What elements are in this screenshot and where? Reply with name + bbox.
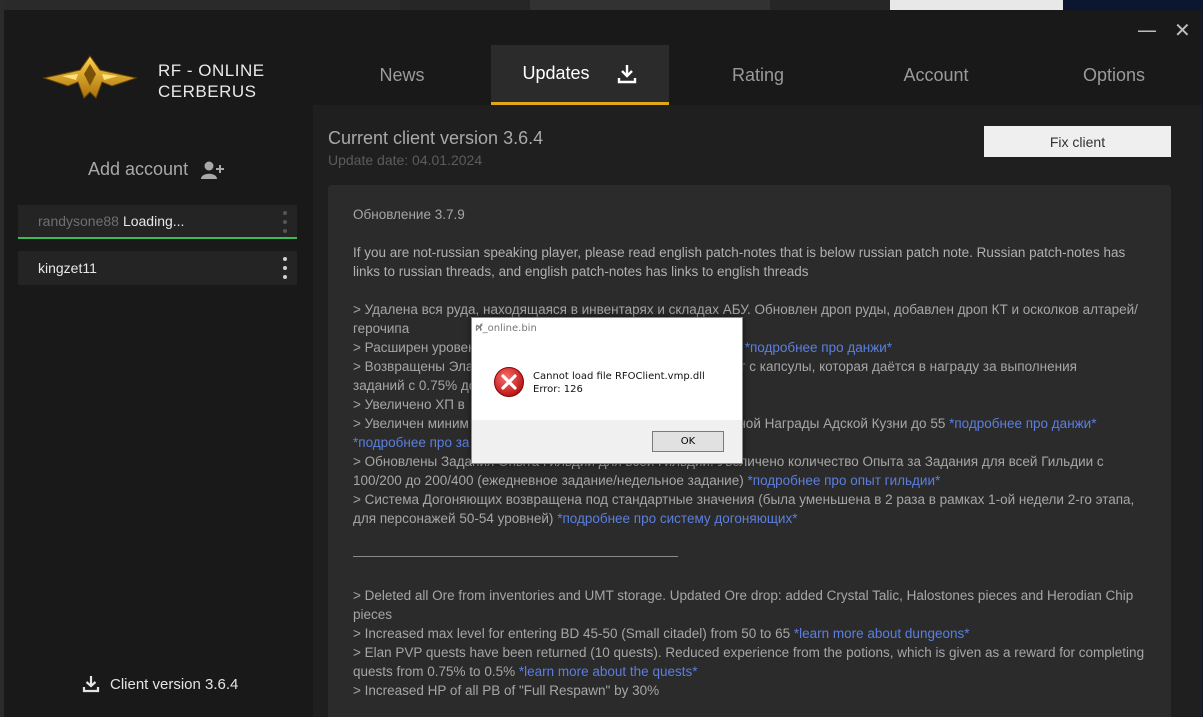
notes-intro: If you are not-russian speaking player, … (353, 245, 1126, 279)
tab-account[interactable]: Account (847, 45, 1025, 105)
notes-link[interactable]: *подробнее про данжи* (745, 340, 892, 355)
account-name: kingzet11 (38, 260, 97, 276)
notes-line: > Increased max level for entering BD 45… (353, 626, 970, 641)
notes-link[interactable]: *подробнее про опыт гильдии* (748, 473, 941, 488)
close-button[interactable]: ✕ (1174, 20, 1191, 40)
notes-link[interactable]: *подробнее про за (353, 435, 469, 450)
patch-notes: Обновление 3.7.9 If you are not-russian … (328, 185, 1171, 717)
download-icon (82, 676, 100, 693)
tab-options[interactable]: Options (1025, 45, 1202, 105)
account-menu-icon[interactable] (283, 211, 287, 233)
dialog-close-icon[interactable]: ✕ (475, 323, 734, 334)
download-icon (617, 64, 636, 83)
notes-line: > Deleted all Ore from inventories and U… (353, 588, 1134, 622)
brand-line2: CERBERUS (158, 82, 257, 101)
dialog-message: Cannot load file RFOClient.vmp.dll Error… (533, 370, 705, 396)
current-version: Current client version 3.6.4 (328, 128, 544, 148)
account-menu-icon[interactable] (283, 257, 287, 279)
update-date: Update date: 04.01.2024 (328, 152, 483, 168)
tab-news[interactable]: News (313, 45, 491, 105)
notes-line: > Elan PVP quests have been returned (10… (353, 645, 1145, 679)
notes-link[interactable]: *learn more about dungeons* (794, 626, 970, 641)
account-item-randysone88[interactable]: randysone88 Loading... (18, 205, 297, 239)
dialog-titlebar: rf_online.bin ✕ (472, 318, 742, 342)
error-icon (494, 367, 524, 397)
account-status: Loading... (122, 213, 185, 229)
notes-link[interactable]: *learn more about the quests* (519, 664, 698, 679)
brand-title: RF - ONLINE CERBERUS (158, 60, 265, 102)
scrollbar[interactable] (1192, 105, 1202, 717)
tab-news-label: News (379, 64, 425, 85)
fix-client-button[interactable]: Fix client (984, 126, 1171, 157)
tab-updates[interactable]: Updates (491, 45, 669, 105)
sidebar: Add account randysone88 Loading... kingz… (4, 105, 313, 717)
tab-rating-label: Rating (731, 64, 785, 85)
client-version: Client version 3.6.4 (82, 675, 238, 693)
account-item-kingzet11[interactable]: kingzet11 (18, 251, 297, 285)
notes-line: > Система Догоняющих возвращена под стан… (353, 492, 1135, 526)
notes-link[interactable]: *подробнее про данжи* (949, 416, 1096, 431)
tab-options-label: Options (1082, 64, 1146, 85)
dialog-message-line2: Error: 126 (533, 384, 583, 395)
tab-rating[interactable]: Rating (669, 45, 847, 105)
tab-account-label: Account (903, 64, 969, 85)
add-account-button[interactable]: Add account (88, 159, 225, 180)
rf-logo-icon (42, 55, 138, 99)
notes-link[interactable]: *подробнее про систему догоняющих* (557, 511, 797, 526)
account-name: randysone88 (38, 213, 119, 229)
divider (353, 547, 678, 557)
dialog-message-line1: Cannot load file RFOClient.vmp.dll (533, 371, 705, 382)
main-tabs: News Updates Rating Account Options (313, 45, 1202, 105)
add-user-icon (201, 161, 225, 179)
notes-line: > Increased HP of all PB of "Full Respaw… (353, 683, 660, 698)
ok-button[interactable]: OK (652, 431, 724, 452)
add-account-label: Add account (88, 159, 189, 179)
dialog-body: Cannot load file RFOClient.vmp.dll Error… (472, 342, 742, 420)
tab-updates-label: Updates (522, 63, 590, 83)
client-version-label: Client version 3.6.4 (110, 675, 239, 693)
notes-title: Обновление 3.7.9 (353, 207, 465, 222)
brand-line1: RF - ONLINE (158, 61, 265, 80)
updates-panel: Current client version 3.6.4 Update date… (313, 105, 1202, 717)
minimize-button[interactable]: — (1137, 20, 1157, 40)
error-dialog: rf_online.bin ✕ Cannot load file RFOClie… (471, 317, 743, 464)
